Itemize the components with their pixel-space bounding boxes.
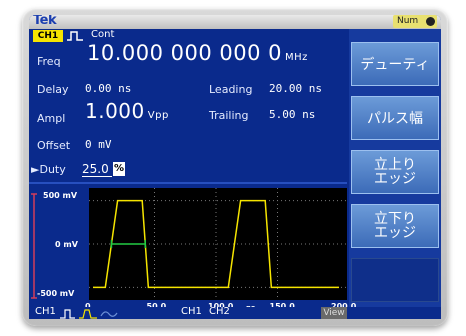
- trailing-value[interactable]: 5.00 ns: [269, 108, 315, 121]
- offset-value[interactable]: 0 mV: [85, 138, 112, 151]
- leading-label: Leading: [209, 83, 253, 96]
- softkey-duty[interactable]: デューティ: [351, 42, 439, 86]
- waveform-tabs-icon: [60, 309, 118, 319]
- waveform-plot: [89, 188, 347, 300]
- freq-label: Freq: [37, 55, 61, 68]
- screen-content: CH1 Cont Freq 10.000 000 000 0 MHz Delay …: [29, 15, 441, 319]
- softkey-pulse-width[interactable]: パルス幅: [351, 96, 439, 140]
- offset-label: Offset: [37, 139, 71, 152]
- softkey-rising-edge[interactable]: 立上り エッジ: [351, 150, 439, 194]
- channel-tag[interactable]: CH1: [33, 30, 63, 42]
- divider: [29, 182, 347, 184]
- run-mode-label: Cont: [91, 29, 115, 40]
- duty-unit: %: [113, 162, 125, 176]
- bottom-ch2-tab[interactable]: CH2: [209, 306, 230, 317]
- delay-label: Delay: [37, 83, 69, 96]
- amplitude-scale: [31, 193, 37, 299]
- y-tick-label: -500 mV: [37, 289, 75, 298]
- trailing-label: Trailing: [209, 109, 249, 122]
- leading-value[interactable]: 20.00 ns: [269, 82, 322, 95]
- view-button[interactable]: View: [321, 307, 347, 319]
- y-tick-label: 500 mV: [43, 191, 78, 200]
- delay-value[interactable]: 0.00 ns: [85, 82, 131, 95]
- y-tick-label: 0 mV: [55, 240, 78, 249]
- pulse-mode-icon: [67, 31, 83, 41]
- softkey-falling-edge[interactable]: 立下り エッジ: [351, 204, 439, 248]
- ampl-value[interactable]: 1.000 Vpp: [85, 99, 169, 123]
- softkey-empty: [351, 258, 439, 302]
- duty-label: ►Duty: [31, 163, 66, 176]
- bottom-ch1-tab[interactable]: CH1: [181, 306, 202, 317]
- ampl-label: Ampl: [37, 112, 66, 125]
- freq-value[interactable]: 10.000 000 000 0 MHz: [87, 41, 308, 65]
- bottom-ch1-label[interactable]: CH1: [35, 306, 56, 317]
- duty-value-field[interactable]: 25.0: [82, 162, 112, 177]
